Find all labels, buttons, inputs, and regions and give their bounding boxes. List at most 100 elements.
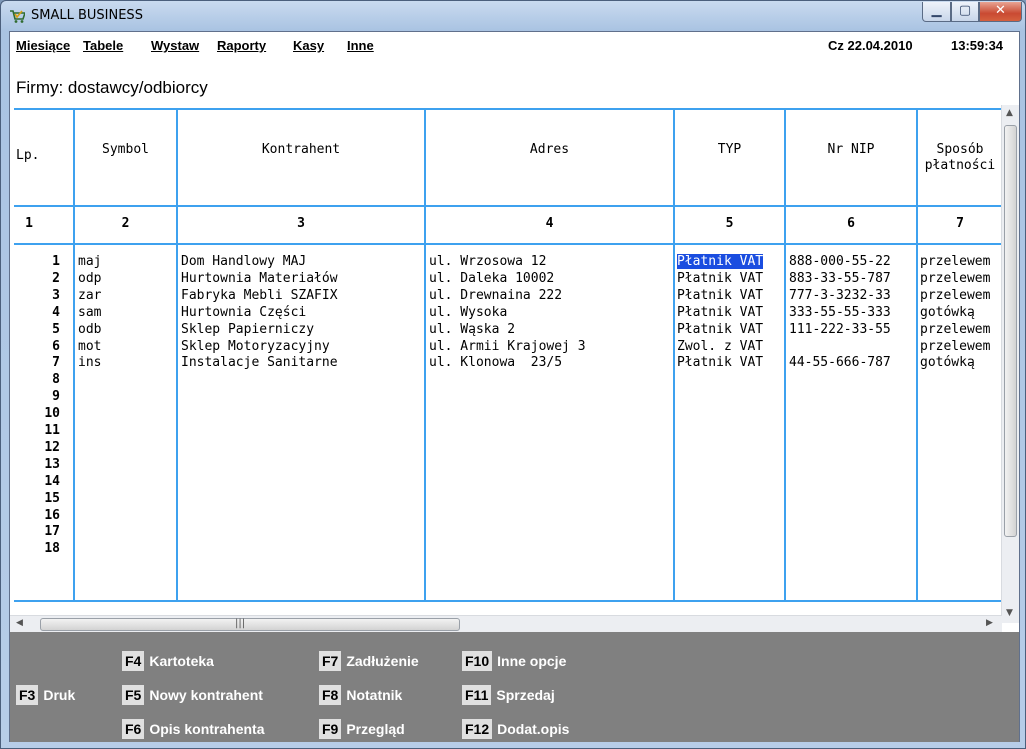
cell-typ[interactable]: Płatnik VAT [677,305,784,321]
cell-adres[interactable]: ul. Wysoka [429,305,673,321]
f10-inne-opcje-button[interactable]: F10 Inne opcje [462,650,566,672]
f12-dodat-opis-button[interactable]: F12 Dodat.opis [462,718,569,740]
cell-nip[interactable]: 111-222-33-55 [789,322,916,338]
menu-wystaw[interactable]: Wystaw [151,38,199,53]
key-label: F7 [319,651,342,671]
cell-lp[interactable]: 3 [14,288,60,304]
cell-adres[interactable]: ul. Armii Krajowej 3 [429,339,673,355]
cell-typ[interactable]: Płatnik VAT [677,288,784,304]
cell-adres[interactable]: ul. Wąska 2 [429,322,673,338]
cell-nip[interactable]: 888-000-55-22 [789,254,916,270]
vertical-scrollbar[interactable]: ▲ ▼ [1001,105,1019,623]
cell-platnosc[interactable]: gotówką [920,305,1002,321]
cell-kontrahent[interactable]: Sklep Papierniczy [181,322,424,338]
minimize-button[interactable]: ▁ [922,2,951,22]
cell-lp[interactable]: 14 [14,474,60,490]
header-lp[interactable]: Lp. [14,148,74,164]
cell-platnosc[interactable]: przelewem [920,254,1002,270]
horizontal-scrollbar[interactable]: ◀ ||| ▶ [10,615,1002,632]
f9-przeglad-button[interactable]: F9 Przegląd [319,718,405,740]
cell-typ[interactable]: Zwol. z VAT [677,339,784,355]
horizontal-scroll-thumb[interactable]: ||| [40,618,460,631]
cell-platnosc[interactable]: przelewem [920,288,1002,304]
maximize-icon: ▢ [958,3,972,18]
cell-kontrahent[interactable]: Dom Handlowy MAJ [181,254,424,270]
cell-lp[interactable]: 16 [14,508,60,524]
cell-lp[interactable]: 2 [14,271,60,287]
menu-kasy[interactable]: Kasy [293,38,324,53]
cell-lp[interactable]: 12 [14,440,60,456]
scroll-right-icon[interactable]: ▶ [986,618,993,628]
f4-kartoteka-button[interactable]: F4 Kartoteka [122,650,214,672]
cell-symbol[interactable]: maj [78,254,176,270]
cell-lp[interactable]: 11 [14,423,60,439]
menu-tabele[interactable]: Tabele [83,38,123,53]
header-adres[interactable]: Adres [426,142,673,158]
cell-lp[interactable]: 1 [14,254,60,270]
cell-typ[interactable]: Płatnik VAT [677,322,784,338]
header-platnosc[interactable]: Sposób płatności [918,142,1002,174]
cell-lp[interactable]: 4 [14,305,60,321]
cell-lp[interactable]: 6 [14,339,60,355]
vertical-scroll-thumb[interactable] [1004,125,1017,537]
contractors-table[interactable]: Lp. Symbol Kontrahent Adres TYP Nr NIP S… [10,104,1002,604]
cell-symbol[interactable]: zar [78,288,176,304]
title-bar[interactable]: SMALL BUSINESS ▁ ▢ ✕ [1,1,1025,31]
cell-lp[interactable]: 17 [14,524,60,540]
cell-platnosc[interactable]: gotówką [920,355,1002,371]
scroll-down-icon[interactable]: ▼ [1006,608,1013,618]
cell-nip[interactable]: 44-55-666-787 [789,355,916,371]
menu-inne[interactable]: Inne [347,38,374,53]
f3-druk-button[interactable]: F3 Druk [16,684,75,706]
f11-sprzedaj-button[interactable]: F11 Sprzedaj [462,684,555,706]
f8-notatnik-button[interactable]: F8 Notatnik [319,684,402,706]
cell-nip[interactable]: 777-3-3232-33 [789,288,916,304]
menu-raporty[interactable]: Raporty [217,38,266,53]
cell-lp[interactable]: 15 [14,491,60,507]
cell-platnosc[interactable]: przelewem [920,271,1002,287]
cell-kontrahent[interactable]: Hurtownia Części [181,305,424,321]
cell-lp[interactable]: 10 [14,406,60,422]
grid-line [73,108,75,602]
cell-nip[interactable]: 333-55-55-333 [789,305,916,321]
maximize-button[interactable]: ▢ [951,2,979,22]
header-nip[interactable]: Nr NIP [786,142,916,158]
scroll-left-icon[interactable]: ◀ [16,618,23,628]
cell-lp[interactable]: 13 [14,457,60,473]
cell-platnosc[interactable]: przelewem [920,339,1002,355]
cell-kontrahent[interactable]: Fabryka Mebli SZAFIX [181,288,424,304]
cell-typ[interactable]: Płatnik VAT [677,254,784,270]
cell-symbol[interactable]: sam [78,305,176,321]
cell-lp[interactable]: 18 [14,541,60,557]
cell-adres[interactable]: ul. Drewnaina 222 [429,288,673,304]
cell-lp[interactable]: 8 [14,372,60,388]
close-button[interactable]: ✕ [979,2,1022,22]
column-number: 6 [847,216,855,231]
header-kontrahent[interactable]: Kontrahent [178,142,424,158]
header-symbol[interactable]: Symbol [75,142,176,158]
cell-adres[interactable]: ul. Klonowa 23/5 [429,355,673,371]
cell-typ[interactable]: Płatnik VAT [677,355,784,371]
cell-typ[interactable]: Płatnik VAT [677,271,784,287]
scroll-up-icon[interactable]: ▲ [1006,108,1013,118]
cell-symbol[interactable]: odp [78,271,176,287]
cell-symbol[interactable]: odb [78,322,176,338]
cell-kontrahent[interactable]: Sklep Motoryzacyjny [181,339,424,355]
cell-platnosc[interactable]: przelewem [920,322,1002,338]
minimize-icon: ▁ [931,3,942,18]
f6-opis-kontrahenta-button[interactable]: F6 Opis kontrahenta [122,718,264,740]
f7-zadluzenie-button[interactable]: F7 Zadłużenie [319,650,419,672]
cell-adres[interactable]: ul. Daleka 10002 [429,271,673,287]
cell-lp[interactable]: 5 [14,322,60,338]
cell-adres[interactable]: ul. Wrzosowa 12 [429,254,673,270]
cell-lp[interactable]: 9 [14,389,60,405]
menu-miesiace[interactable]: Miesiące [16,38,70,53]
header-typ[interactable]: TYP [675,142,784,158]
cell-symbol[interactable]: mot [78,339,176,355]
f5-nowy-kontrahent-button[interactable]: F5 Nowy kontrahent [122,684,263,706]
cell-kontrahent[interactable]: Hurtownia Materiałów [181,271,424,287]
cell-lp[interactable]: 7 [14,355,60,371]
cell-kontrahent[interactable]: Instalacje Sanitarne [181,355,424,371]
cell-nip[interactable]: 883-33-55-787 [789,271,916,287]
cell-symbol[interactable]: ins [78,355,176,371]
